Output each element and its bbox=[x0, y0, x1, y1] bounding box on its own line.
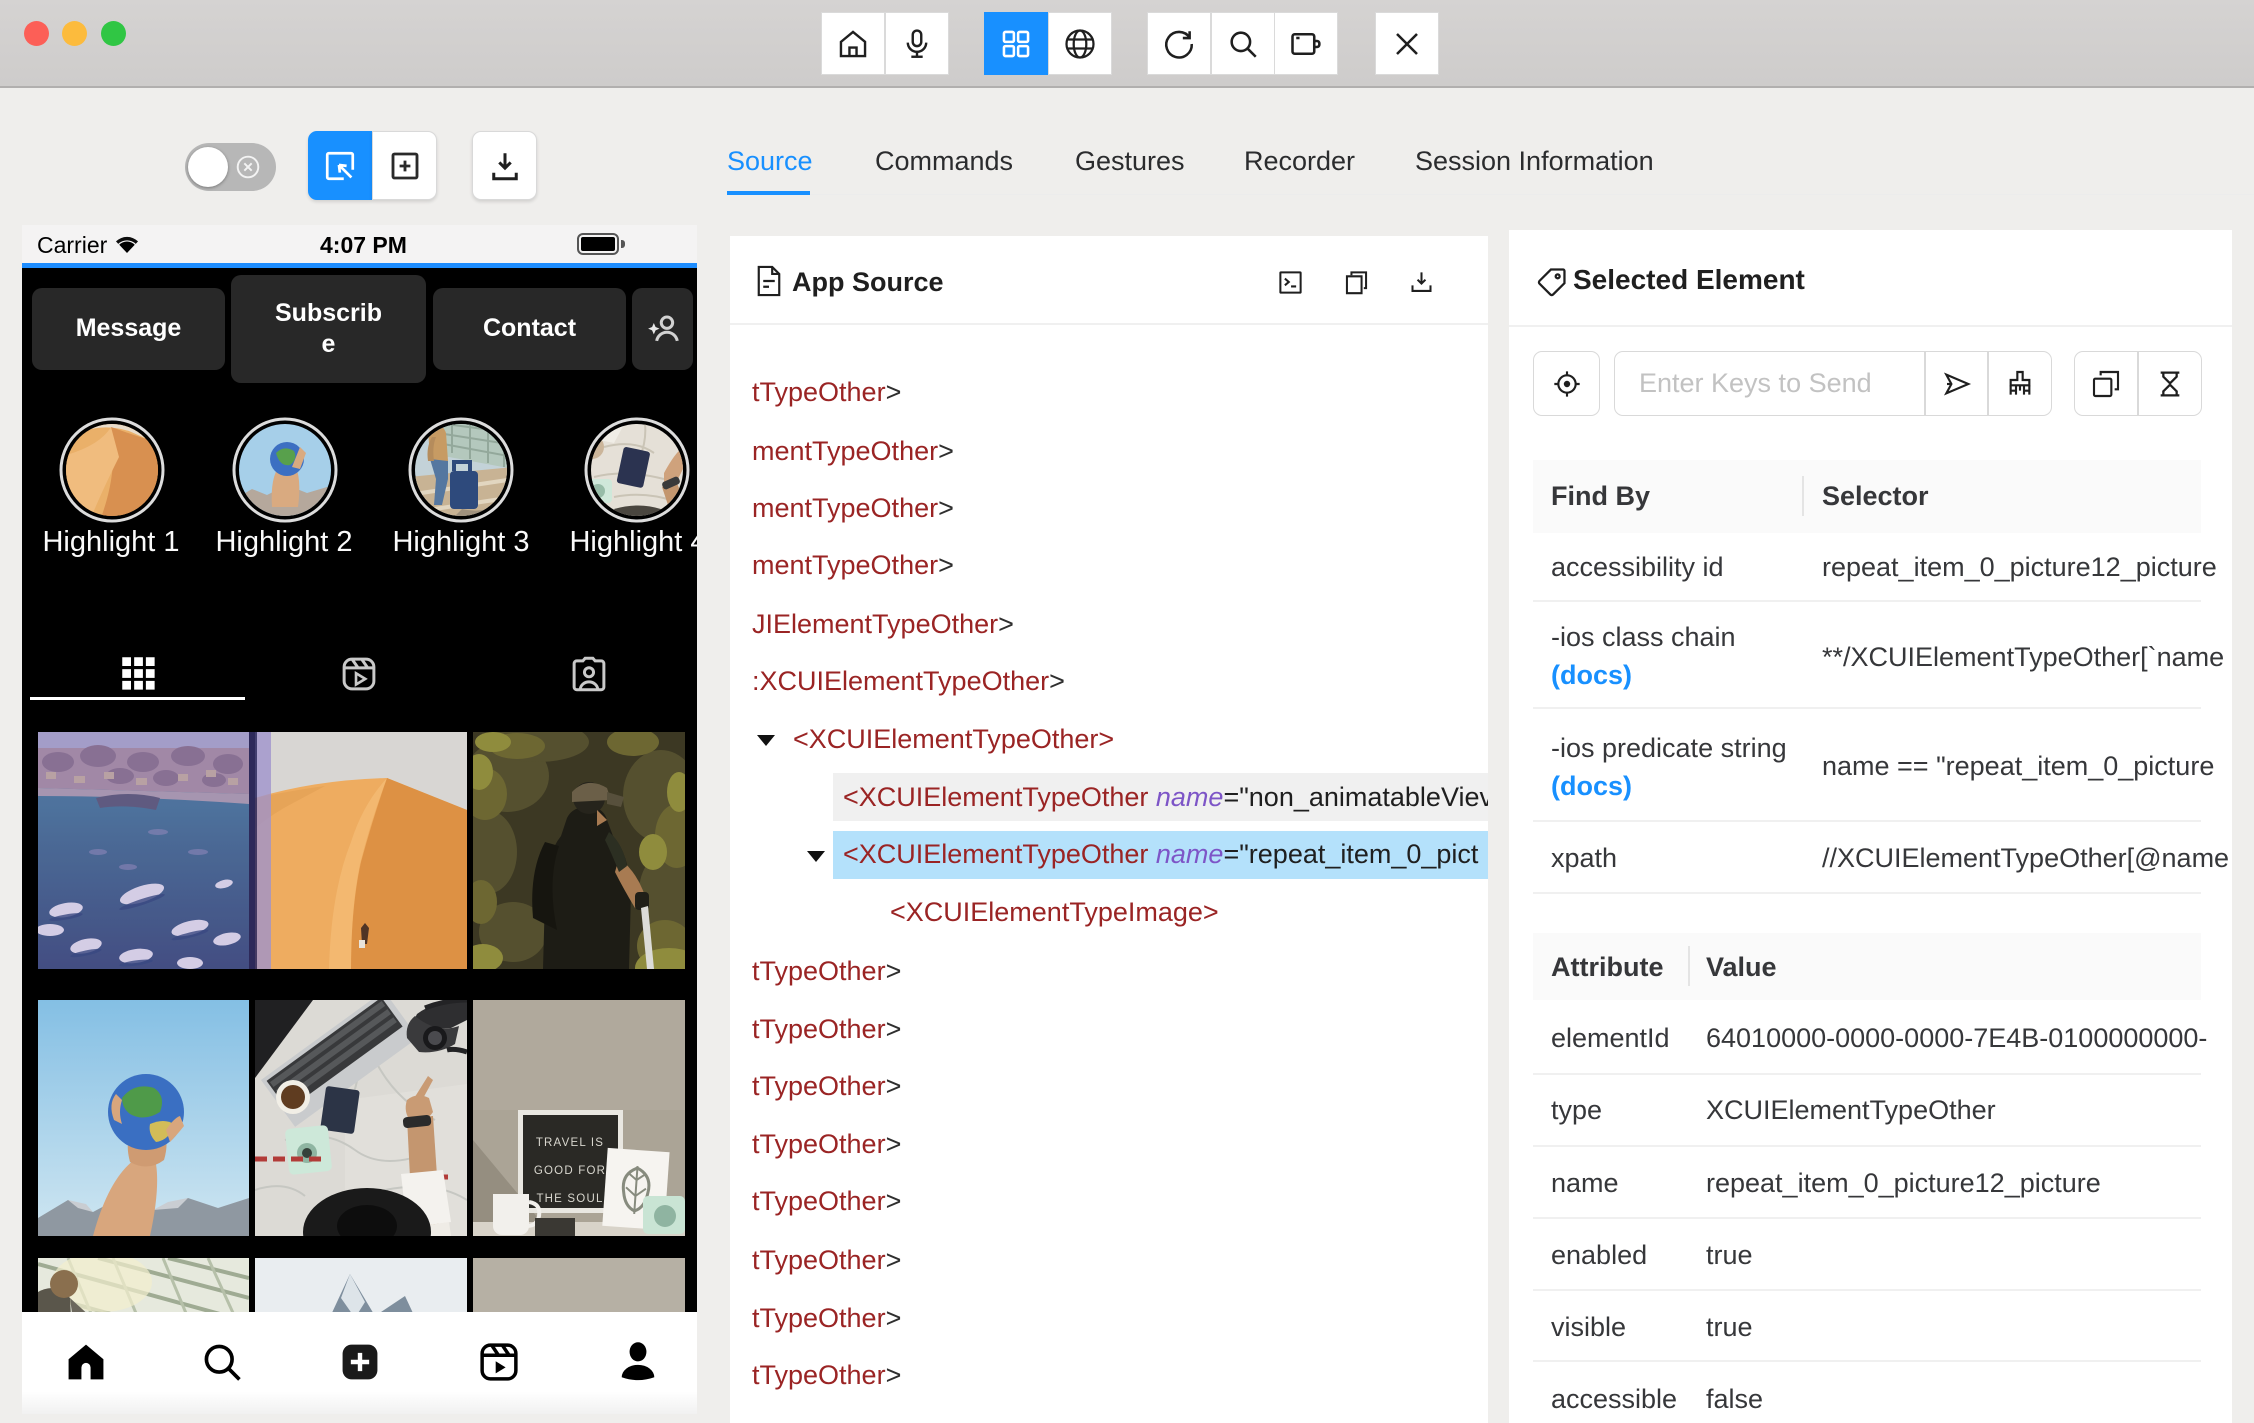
svg-text:THE SOUL: THE SOUL bbox=[536, 1193, 603, 1205]
svg-text:GOOD FOR: GOOD FOR bbox=[534, 1165, 606, 1177]
svg-text:TRAVEL IS: TRAVEL IS bbox=[536, 1137, 604, 1149]
